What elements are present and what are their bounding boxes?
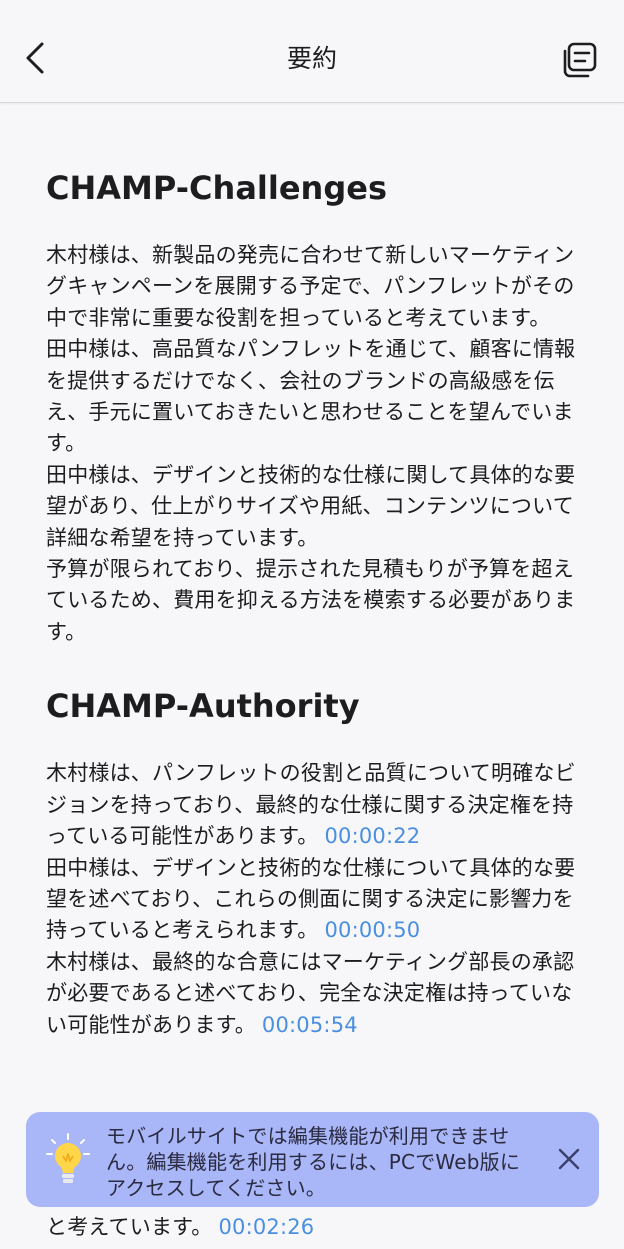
section-heading: CHAMP-Challenges (46, 169, 387, 207)
paragraph-text: と考えています。 (46, 1215, 213, 1239)
banner-line: モバイルサイトでは編集機能が利用できませ (106, 1124, 510, 1148)
paragraph: 木村様は、新製品の発売に合わせて新しいマーケティングキャンペーンを展開する予定で… (46, 243, 575, 330)
timestamp-link[interactable]: 00:00:22 (324, 824, 420, 848)
paragraph: 木村様は、最終的な合意にはマーケティング部長の承認が必要であると述べており、完全… (46, 947, 576, 1041)
paragraph: 田中様は、デザインと技術的な仕様に関して具体的な要望があり、仕上がりサイズや用紙… (46, 462, 576, 550)
top-bar: 要約 (0, 0, 624, 103)
banner-line: ん。編集機能を利用するには、PCでWeb版に (106, 1150, 521, 1174)
timestamp-link[interactable]: 00:02:26 (218, 1215, 314, 1239)
paragraph: 木村様は、パンフレットの役割と品質について明確なビジョンを持っており、最終的な仕… (46, 758, 576, 852)
close-icon (558, 1148, 580, 1170)
notes-button[interactable] (560, 40, 600, 80)
banner-line: アクセスしてください。 (106, 1176, 326, 1200)
timestamp-link[interactable]: 00:00:50 (324, 918, 420, 942)
section-heading: CHAMP-Authority (46, 687, 360, 726)
notes-icon (563, 42, 597, 78)
lightbulb-icon (46, 1133, 90, 1183)
page-title: 要約 (286, 44, 337, 73)
section-challenges: CHAMP-Challenges 木村様は、新製品の発売に合わせて新しいマーケテ… (46, 166, 576, 648)
summary-content: CHAMP-Challenges 木村様は、新製品の発売に合わせて新しいマーケテ… (46, 166, 576, 1041)
banner-close-button[interactable] (556, 1146, 582, 1172)
paragraph-text: 田中様は、デザインと技術的な仕様について具体的な要望を述べており、これらの側面に… (46, 855, 576, 943)
banner-message: モバイルサイトでは編集機能が利用できませ ん。編集機能を利用するには、PCでWe… (106, 1123, 551, 1201)
paragraph: 予算が限られており、提示された見積もりが予算を超えているため、費用を抑える方法を… (46, 557, 576, 644)
paragraph-text: 木村様は、パンフレットの役割と品質について明確なビジョンを持っており、最終的な仕… (46, 761, 576, 849)
paragraph: 田中様は、デザインと技術的な仕様について具体的な要望を述べており、これらの側面に… (46, 853, 576, 947)
timestamp-link[interactable]: 00:05:54 (262, 1013, 358, 1037)
paragraph: 田中様は、高品質なパンフレットを通じて、顧客に情報を提供するだけでなく、会社のブ… (46, 337, 576, 456)
paragraph-partial: と考えています。 00:02:26 (46, 1212, 314, 1243)
mobile-edit-notice-banner: モバイルサイトでは編集機能が利用できませ ん。編集機能を利用するには、PCでWe… (26, 1112, 599, 1207)
section-authority: CHAMP-Authority 木村様は、パンフレットの役割と品質について明確な… (46, 684, 576, 1041)
